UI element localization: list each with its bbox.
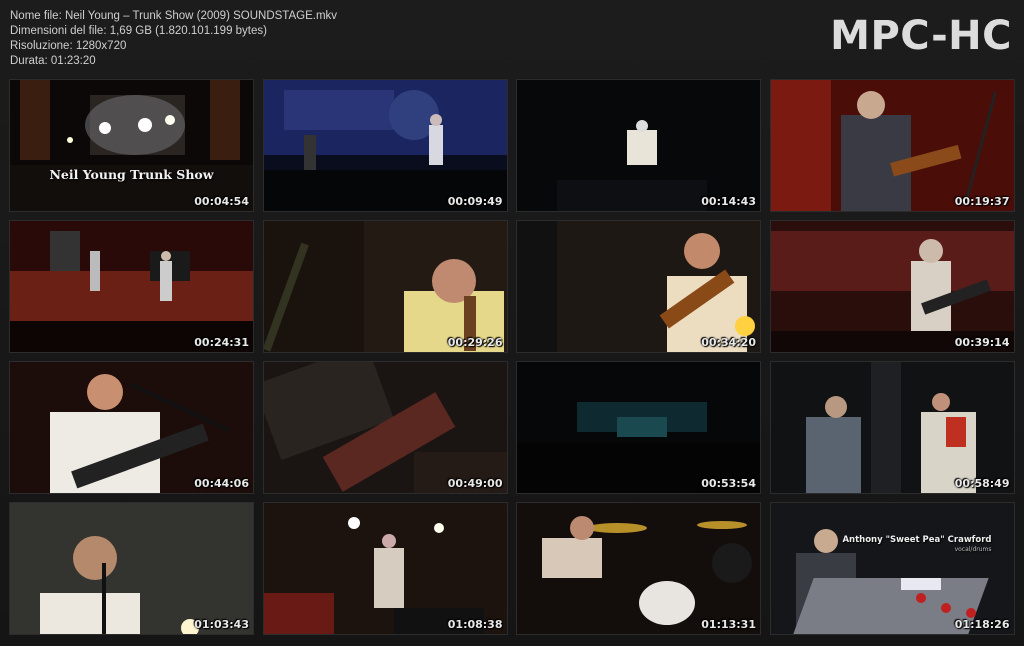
timestamp: 00:58:49 (954, 477, 1010, 490)
thumbnail-10: 00:49:00 (262, 361, 508, 494)
file-resolution: Risoluzione: 1280x720 (10, 40, 127, 52)
file-info: Nome file: Neil Young – Trunk Show (2009… (10, 9, 337, 69)
guitars-rack-icon (517, 80, 760, 211)
file-name: Nome file: Neil Young – Trunk Show (2009… (10, 10, 338, 22)
thumbnail-grid: Neil Young Trunk Show 00:04:54 00:09:49 … (9, 79, 1015, 637)
name-credit-overlay: Anthony "Sweet Pea" Crawford vocal/drums (842, 535, 991, 554)
timestamp: 00:19:37 (954, 195, 1010, 208)
mixing-console-icon (770, 503, 1014, 634)
singer-at-mic-icon (10, 503, 253, 634)
thumbnail-13: 01:03:43 (9, 502, 254, 635)
video-title-overlay: Neil Young Trunk Show (49, 167, 214, 182)
credit-role: vocal/drums (954, 546, 992, 553)
concert-stage-wide-icon (10, 80, 253, 211)
backstage-people-icon (770, 362, 1014, 493)
thumbnail-3: 00:14:43 (516, 79, 761, 212)
timestamp: 00:14:43 (701, 195, 756, 208)
thumbnail-2: 00:09:49 (262, 79, 508, 212)
file-duration: Durata: 01:23:20 (10, 55, 96, 67)
thumbnail-6: 00:29:26 (262, 220, 508, 353)
timestamp: 00:24:31 (194, 336, 249, 349)
red-stage-guitarist-icon (770, 221, 1014, 352)
blue-stage-band-icon (263, 80, 507, 211)
thumbnail-4: 00:19:37 (769, 79, 1015, 212)
thumbnail-7: 00:34:20 (516, 220, 761, 353)
guitarist-electric-icon (517, 221, 760, 352)
timestamp: 01:18:26 (954, 618, 1010, 631)
guitarist-closeup-icon (263, 221, 507, 352)
thumbnail-16: Anthony "Sweet Pea" Crawford vocal/drums… (769, 502, 1015, 635)
timestamp: 00:53:54 (701, 477, 756, 490)
thumbnail-5: 00:24:31 (9, 220, 254, 353)
dark-stage-wide-icon (517, 362, 760, 493)
stage-band-lights-icon (263, 503, 507, 634)
timestamp: 01:08:38 (447, 618, 503, 631)
red-stage-guitarist-icon (770, 80, 1014, 211)
timestamp: 01:13:31 (701, 618, 756, 631)
mpc-hc-logo: MPC-HC (830, 13, 1012, 59)
thumbnail-9: 00:44:06 (9, 361, 254, 494)
credit-name: Anthony "Sweet Pea" Crawford (842, 535, 992, 545)
file-size: Dimensioni del file: 1,69 GB (1.820.101.… (10, 25, 267, 37)
drummer-kit-icon (517, 503, 760, 634)
timestamp: 00:49:00 (447, 477, 503, 490)
red-stage-band-icon (10, 221, 253, 352)
thumbnail-14: 01:08:38 (262, 502, 508, 635)
dark-blurry-closeup-icon (263, 362, 507, 493)
timestamp: 00:44:06 (194, 477, 249, 490)
timestamp: 00:39:14 (954, 336, 1010, 349)
timestamp: 00:09:49 (447, 195, 503, 208)
thumbnail-11: 00:53:54 (516, 361, 761, 494)
timestamp: 00:29:26 (447, 336, 503, 349)
timestamp: 01:03:43 (194, 618, 249, 631)
thumbnail-12: 00:58:49 (769, 361, 1015, 494)
timestamp: 00:34:20 (701, 336, 756, 349)
thumbnail-8: 00:39:14 (769, 220, 1015, 353)
singer-guitar-mic-icon (10, 362, 253, 493)
timestamp: 00:04:54 (194, 195, 249, 208)
thumbnail-1: Neil Young Trunk Show 00:04:54 (9, 79, 254, 212)
thumbnail-15: 01:13:31 (516, 502, 761, 635)
